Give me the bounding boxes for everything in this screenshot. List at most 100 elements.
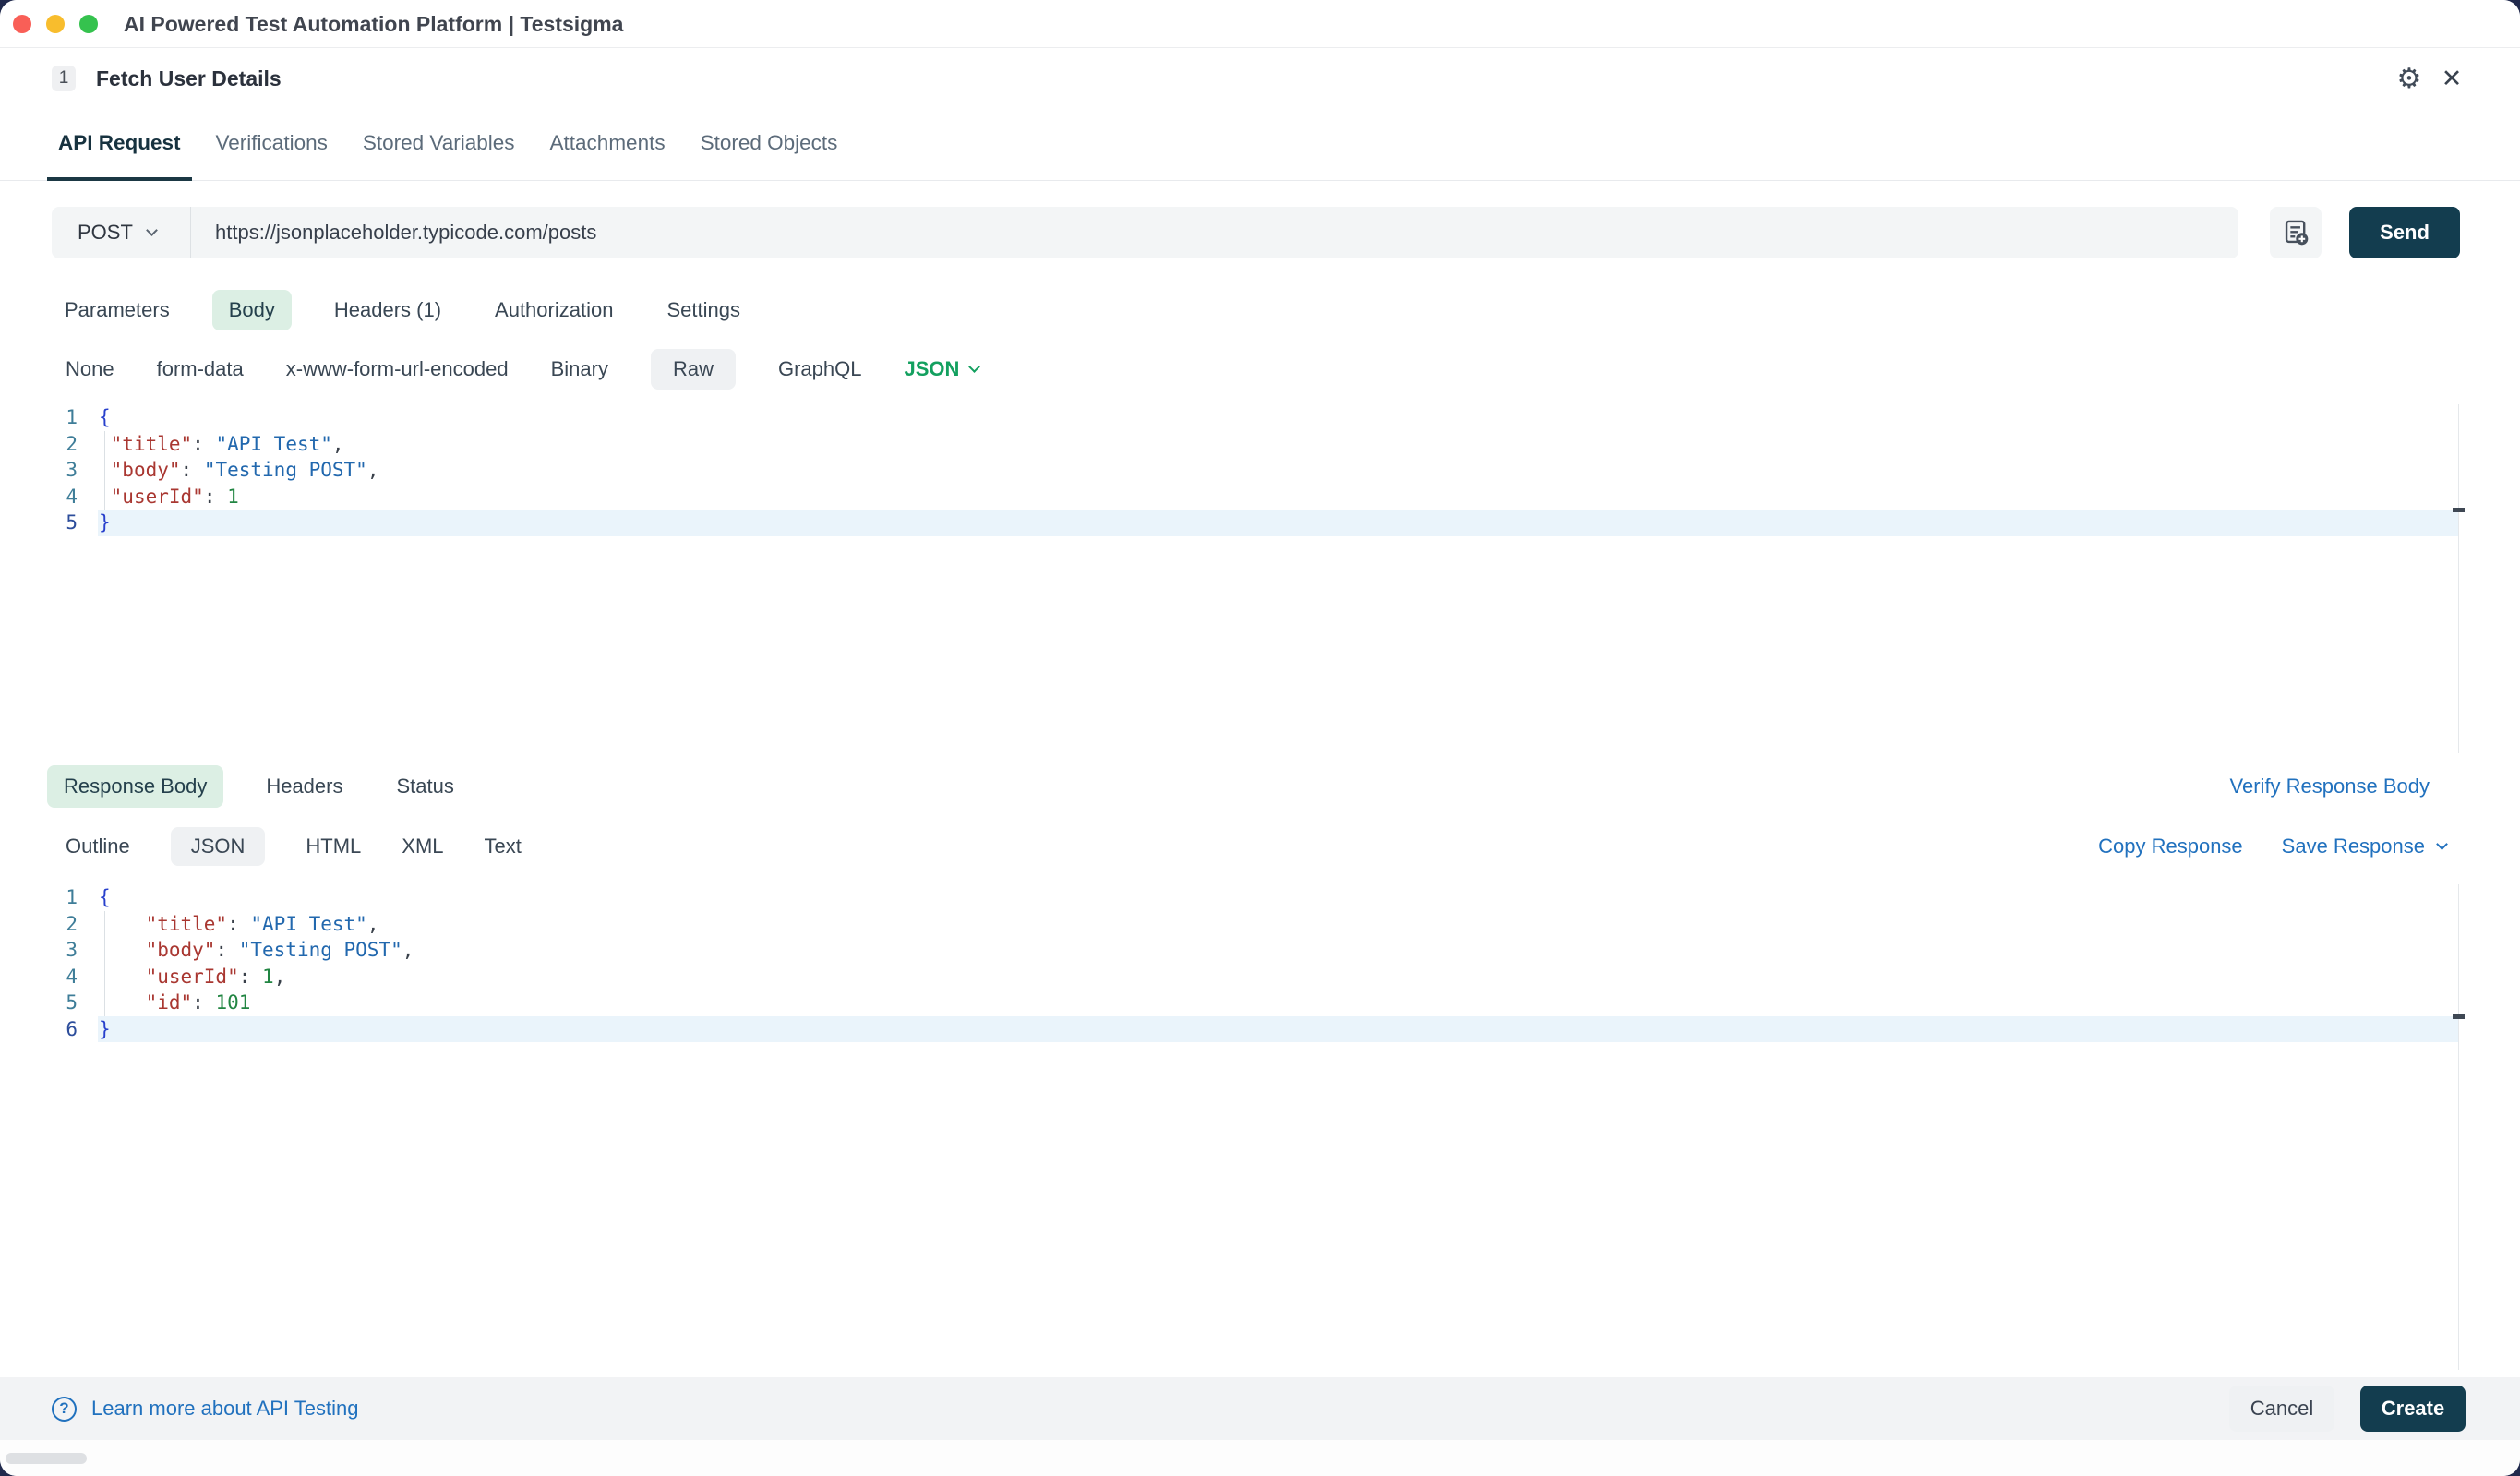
window-titlebar: AI Powered Test Automation Platform | Te… (0, 0, 2520, 48)
format-tab-outline[interactable]: Outline (66, 827, 130, 866)
help-question-icon: ? (52, 1397, 77, 1422)
line-number: 2 (0, 911, 78, 938)
body-type-x-www-form-url-encoded[interactable]: x-www-form-url-encoded (286, 349, 509, 390)
code-line-content: "userId": 1 (98, 484, 2520, 510)
code-line-content: "body": "Testing POST", (98, 937, 2520, 964)
code-line[interactable]: 5} (0, 510, 2520, 536)
tab-stored-objects[interactable]: Stored Objects (690, 109, 849, 181)
panel-header: 1 Fetch User Details ⚙ ✕ (0, 48, 2520, 109)
content-type-dropdown[interactable]: JSON (904, 357, 978, 381)
tab-verifications[interactable]: Verifications (205, 109, 339, 181)
body-type-graphql[interactable]: GraphQL (778, 349, 862, 390)
format-tab-text[interactable]: Text (485, 827, 522, 866)
method-value: POST (78, 221, 133, 245)
response-tabs: Response Body Headers Status (47, 764, 2460, 809)
code-line-content: "title": "API Test", (98, 431, 2520, 458)
body-type-binary[interactable]: Binary (551, 349, 608, 390)
settings-gear-icon[interactable]: ⚙ (2394, 64, 2424, 93)
line-number: 4 (0, 484, 78, 510)
chevron-down-icon (2436, 838, 2448, 850)
line-number: 5 (0, 510, 78, 536)
request-tab-body[interactable]: Body (212, 290, 292, 330)
indent-guide (104, 964, 105, 990)
indent-guide (104, 990, 105, 1016)
save-response-label: Save Response (2282, 834, 2425, 858)
horizontal-scrollbar-thumb[interactable] (6, 1453, 87, 1464)
response-body-editor[interactable]: 1{2 "title": "API Test",3 "body": "Testi… (0, 884, 2520, 1370)
body-type-form-data[interactable]: form-data (157, 349, 244, 390)
response-tab-response-body[interactable]: Response Body (47, 765, 223, 808)
footer-buttons: Cancel Create (2229, 1386, 2466, 1432)
request-tab-parameters[interactable]: Parameters (54, 290, 181, 330)
line-number: 6 (0, 1016, 78, 1043)
code-line-content: { (98, 404, 2520, 431)
body-type-none[interactable]: None (66, 349, 114, 390)
line-number: 2 (0, 431, 78, 458)
format-tab-xml[interactable]: XML (402, 827, 443, 866)
code-line[interactable]: 6} (0, 1016, 2520, 1043)
learn-more-label: Learn more about API Testing (91, 1397, 358, 1421)
code-line[interactable]: 5 "id": 101 (0, 990, 2520, 1016)
close-icon[interactable]: ✕ (2437, 64, 2466, 93)
line-number: 1 (0, 884, 78, 911)
test-step-title: Fetch User Details (96, 48, 282, 109)
window-title: AI Powered Test Automation Platform | Te… (124, 0, 623, 48)
line-number: 5 (0, 990, 78, 1016)
code-line[interactable]: 3 "body": "Testing POST", (0, 457, 2520, 484)
request-tab-headers-1-[interactable]: Headers (1) (323, 290, 452, 330)
line-number: 3 (0, 457, 78, 484)
send-button[interactable]: Send (2349, 207, 2460, 258)
learn-more-link[interactable]: ? Learn more about API Testing (52, 1377, 358, 1440)
method-url-input: POST https://jsonplaceholder.typicode.co… (52, 207, 2238, 258)
code-line[interactable]: 2 "title": "API Test", (0, 911, 2520, 938)
line-number: 4 (0, 964, 78, 990)
request-tab-settings[interactable]: Settings (655, 290, 751, 330)
code-line[interactable]: 3 "body": "Testing POST", (0, 937, 2520, 964)
request-url-row: POST https://jsonplaceholder.typicode.co… (52, 207, 2460, 258)
indent-guide (104, 911, 105, 938)
scroll-annotation-marker (2453, 1014, 2465, 1019)
step-number-badge: 1 (52, 66, 76, 91)
response-tab-status[interactable]: Status (385, 765, 464, 808)
url-input[interactable]: https://jsonplaceholder.typicode.com/pos… (191, 221, 2238, 245)
indent-guide (104, 457, 105, 484)
response-tab-headers[interactable]: Headers (255, 765, 354, 808)
add-to-request-button[interactable] (2270, 207, 2322, 258)
tab-api-request[interactable]: API Request (47, 109, 192, 181)
response-actions: Copy Response Save Response (2098, 825, 2446, 868)
copy-response-link[interactable]: Copy Response (2098, 834, 2243, 858)
format-tab-json[interactable]: JSON (171, 827, 266, 866)
horizontal-scrollbar (0, 1440, 2520, 1476)
code-line-content: { (98, 884, 2520, 911)
request-body-editor[interactable]: 1{2 "title": "API Test",3 "body": "Testi… (0, 404, 2520, 753)
window-close-traffic-light[interactable] (13, 15, 31, 33)
code-line[interactable]: 4 "userId": 1 (0, 484, 2520, 510)
code-line-content: } (98, 1016, 2458, 1043)
window-minimize-traffic-light[interactable] (46, 15, 65, 33)
page: AI Powered Test Automation Platform | Te… (0, 0, 2520, 1476)
code-line[interactable]: 2 "title": "API Test", (0, 431, 2520, 458)
save-response-link[interactable]: Save Response (2282, 834, 2446, 858)
line-number: 3 (0, 937, 78, 964)
code-line[interactable]: 4 "userId": 1, (0, 964, 2520, 990)
method-dropdown[interactable]: POST (52, 221, 190, 245)
modal-footer: ? Learn more about API Testing Cancel Cr… (0, 1377, 2520, 1440)
chevron-down-icon (146, 224, 158, 236)
cancel-button[interactable]: Cancel (2229, 1386, 2334, 1432)
code-line-content: "body": "Testing POST", (98, 457, 2520, 484)
create-button[interactable]: Create (2360, 1386, 2466, 1432)
api-test-modal: AI Powered Test Automation Platform | Te… (0, 0, 2520, 1476)
editor-right-border (2458, 884, 2459, 1370)
format-tab-html[interactable]: HTML (306, 827, 361, 866)
code-line[interactable]: 1{ (0, 404, 2520, 431)
window-zoom-traffic-light[interactable] (79, 15, 98, 33)
tab-attachments[interactable]: Attachments (539, 109, 677, 181)
tab-stored-variables[interactable]: Stored Variables (352, 109, 526, 181)
response-format-tabs: Outline JSON HTML XML Text (66, 825, 522, 868)
code-line-content: "userId": 1, (98, 964, 2520, 990)
body-type-raw[interactable]: Raw (651, 349, 736, 390)
request-tab-authorization[interactable]: Authorization (484, 290, 624, 330)
code-line[interactable]: 1{ (0, 884, 2520, 911)
indent-guide (104, 484, 105, 510)
verify-response-body-link[interactable]: Verify Response Body (2230, 764, 2430, 809)
